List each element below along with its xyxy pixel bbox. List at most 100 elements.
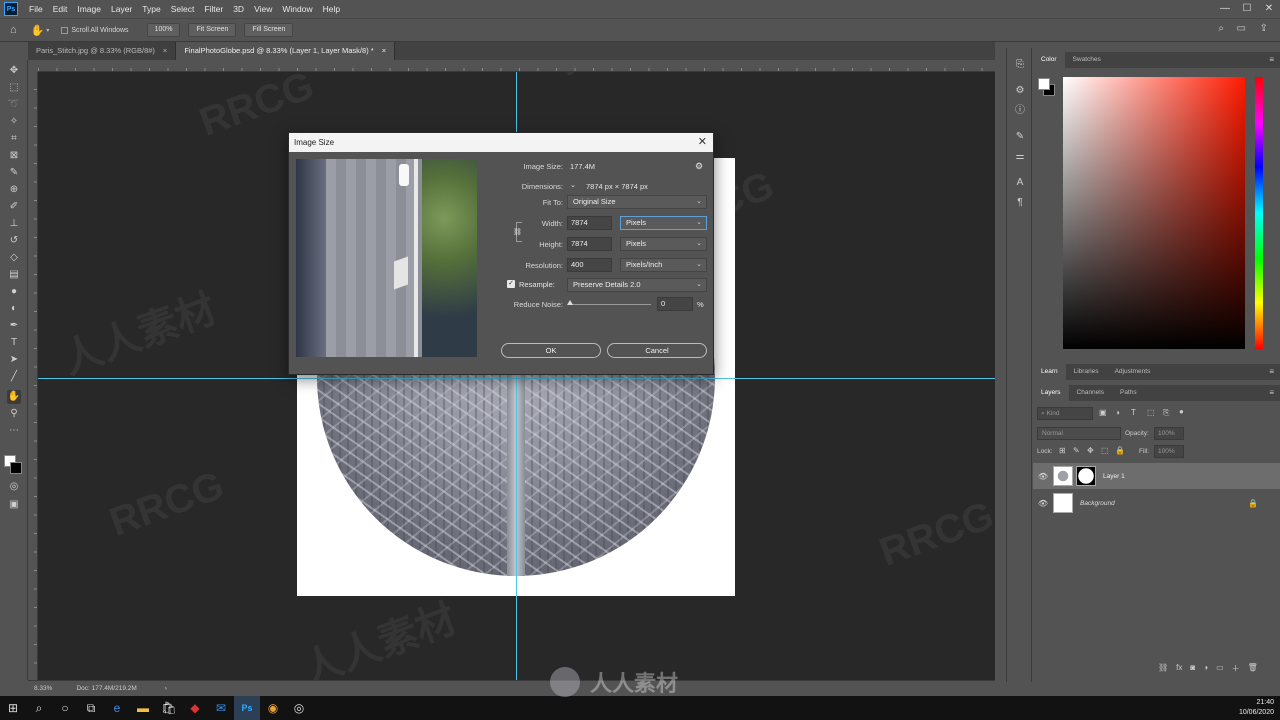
- width-input[interactable]: 7874: [567, 216, 612, 230]
- ok-button[interactable]: OK: [501, 343, 601, 358]
- menu-filter[interactable]: Filter: [199, 4, 228, 14]
- height-unit-select[interactable]: Pixels ⌄: [620, 237, 707, 251]
- mail-icon[interactable]: ✉: [208, 696, 234, 720]
- fit-to-select[interactable]: Original Size ⌄: [567, 195, 707, 209]
- tab-learn[interactable]: Learn: [1033, 364, 1066, 380]
- eye-icon[interactable]: 👁: [1033, 472, 1053, 481]
- resample-checkbox[interactable]: ✓: [507, 280, 515, 288]
- eraser-tool-icon[interactable]: ◇: [7, 251, 21, 265]
- adjustments-icon[interactable]: ⚌: [1013, 150, 1027, 164]
- layer-row[interactable]: 👁 Background 🔒: [1033, 490, 1280, 516]
- link-icon[interactable]: ⛓: [513, 228, 522, 236]
- fill-screen-button[interactable]: Fill Screen: [244, 23, 294, 37]
- menu-edit[interactable]: Edit: [48, 4, 73, 14]
- vertical-ruler[interactable]: [28, 72, 38, 682]
- marquee-tool-icon[interactable]: ⬚: [7, 81, 21, 95]
- tab-paths[interactable]: Paths: [1112, 385, 1145, 401]
- adjustment-layer-icon[interactable]: ◑: [1203, 663, 1208, 674]
- eye-icon[interactable]: 👁: [1033, 499, 1053, 508]
- foreground-color-swatch[interactable]: [1038, 78, 1050, 90]
- pen-tool-icon[interactable]: ✒: [7, 319, 21, 333]
- zoom-level[interactable]: 8.33%: [34, 685, 52, 692]
- move-tool-icon[interactable]: ✥: [7, 64, 21, 78]
- cancel-button[interactable]: Cancel: [607, 343, 707, 358]
- hand-tool-icon[interactable]: ✋: [31, 24, 45, 37]
- resample-select[interactable]: Preserve Details 2.0 ⌄: [567, 278, 707, 292]
- lasso-tool-icon[interactable]: ➰: [7, 98, 21, 112]
- trash-icon[interactable]: 🗑: [1248, 663, 1258, 674]
- lock-transparent-icon[interactable]: ⊞: [1059, 446, 1066, 455]
- width-unit-select[interactable]: Pixels ⌄: [620, 216, 707, 230]
- layer-mask-thumbnail[interactable]: [1076, 466, 1096, 486]
- photoshop-taskbar-icon[interactable]: Ps: [234, 696, 260, 720]
- chevron-down-icon[interactable]: ▾: [46, 27, 49, 34]
- screen-mode-icon[interactable]: ▣: [7, 498, 21, 512]
- windows-start-icon[interactable]: ⊞: [0, 696, 26, 720]
- filter-type-icon[interactable]: T: [1131, 408, 1136, 417]
- gear-icon[interactable]: ⚙: [695, 161, 703, 172]
- history-icon[interactable]: ⎘: [1013, 58, 1027, 72]
- hue-slider[interactable]: [1255, 77, 1263, 349]
- add-mask-icon[interactable]: ◙: [1190, 663, 1195, 674]
- edge-icon[interactable]: e: [104, 696, 130, 720]
- horizontal-guide[interactable]: [38, 378, 995, 379]
- lock-pixels-icon[interactable]: ✎: [1073, 446, 1080, 455]
- reduce-noise-slider-track[interactable]: [569, 304, 651, 305]
- resolution-unit-select[interactable]: Pixels/Inch ⌄: [620, 258, 707, 272]
- tab-channels[interactable]: Channels: [1069, 385, 1112, 401]
- dodge-tool-icon[interactable]: ◐: [7, 302, 21, 316]
- tab-color[interactable]: Color: [1033, 52, 1065, 68]
- menu-3d[interactable]: 3D: [228, 4, 249, 14]
- app-icon[interactable]: ◆: [182, 696, 208, 720]
- menu-layer[interactable]: Layer: [106, 4, 137, 14]
- workspace-icon[interactable]: ▭: [1237, 23, 1246, 34]
- close-window-button[interactable]: ✕: [1258, 0, 1280, 18]
- panel-menu-icon[interactable]: ≡: [1269, 55, 1274, 64]
- search-icon[interactable]: ⌕: [1218, 23, 1224, 34]
- filter-adjustment-icon[interactable]: ◑: [1115, 408, 1120, 417]
- background-color-swatch[interactable]: [10, 462, 22, 474]
- panel-menu-icon[interactable]: ≡: [1269, 367, 1274, 376]
- tab-layers[interactable]: Layers: [1033, 385, 1069, 401]
- menu-image[interactable]: Image: [72, 4, 106, 14]
- line-tool-icon[interactable]: ╱: [7, 370, 21, 384]
- brush-tool-icon[interactable]: ✐: [7, 200, 21, 214]
- properties-icon[interactable]: ⚙: [1013, 84, 1027, 98]
- store-icon[interactable]: 🛍: [156, 696, 182, 720]
- blur-tool-icon[interactable]: ●: [7, 285, 21, 299]
- blend-mode-select[interactable]: Normal: [1037, 427, 1121, 440]
- new-group-icon[interactable]: ▭: [1216, 663, 1224, 674]
- fit-screen-button[interactable]: Fit Screen: [188, 23, 237, 37]
- filter-smart-object-icon[interactable]: ⎘: [1163, 408, 1169, 418]
- fx-icon[interactable]: fx: [1176, 663, 1182, 674]
- chrome-icon[interactable]: ◉: [260, 696, 286, 720]
- brush-settings-icon[interactable]: ✎: [1013, 130, 1027, 144]
- horizontal-ruler[interactable]: [38, 60, 995, 72]
- history-brush-tool-icon[interactable]: ↺: [7, 234, 21, 248]
- lock-all-icon[interactable]: 🔒: [1115, 446, 1125, 455]
- healing-brush-tool-icon[interactable]: ⊕: [7, 183, 21, 197]
- reduce-noise-slider-thumb[interactable]: [567, 300, 573, 305]
- link-layers-icon[interactable]: ⛓: [1158, 663, 1168, 674]
- frame-tool-icon[interactable]: ⊠: [7, 149, 21, 163]
- color-picker-field[interactable]: [1063, 77, 1245, 349]
- filter-pixel-icon[interactable]: ▣: [1099, 408, 1107, 417]
- menu-file[interactable]: File: [24, 4, 48, 14]
- menu-window[interactable]: Window: [277, 4, 317, 14]
- filter-shape-icon[interactable]: ⬚: [1147, 408, 1155, 417]
- close-icon[interactable]: ✕: [698, 133, 707, 152]
- opacity-input[interactable]: 100%: [1154, 427, 1184, 440]
- more-tools-icon[interactable]: ⋯: [7, 424, 21, 438]
- filter-toggle-icon[interactable]: ●: [1179, 407, 1184, 416]
- layer-filter-kind[interactable]: ⌕ Kind: [1037, 407, 1093, 420]
- chevron-down-icon[interactable]: ⌄: [570, 181, 576, 189]
- scroll-all-windows-checkbox[interactable]: Scroll All Windows: [61, 26, 129, 34]
- crop-tool-icon[interactable]: ⌗: [7, 132, 21, 146]
- clock[interactable]: 21:40 10/06/2020: [1239, 698, 1274, 718]
- panel-menu-icon[interactable]: ≡: [1269, 388, 1274, 397]
- character-icon[interactable]: A: [1013, 176, 1027, 190]
- tab-adjustments[interactable]: Adjustments: [1107, 364, 1159, 380]
- obs-icon[interactable]: ◎: [286, 696, 312, 720]
- menu-help[interactable]: Help: [318, 4, 345, 14]
- search-icon[interactable]: ⌕: [26, 696, 52, 720]
